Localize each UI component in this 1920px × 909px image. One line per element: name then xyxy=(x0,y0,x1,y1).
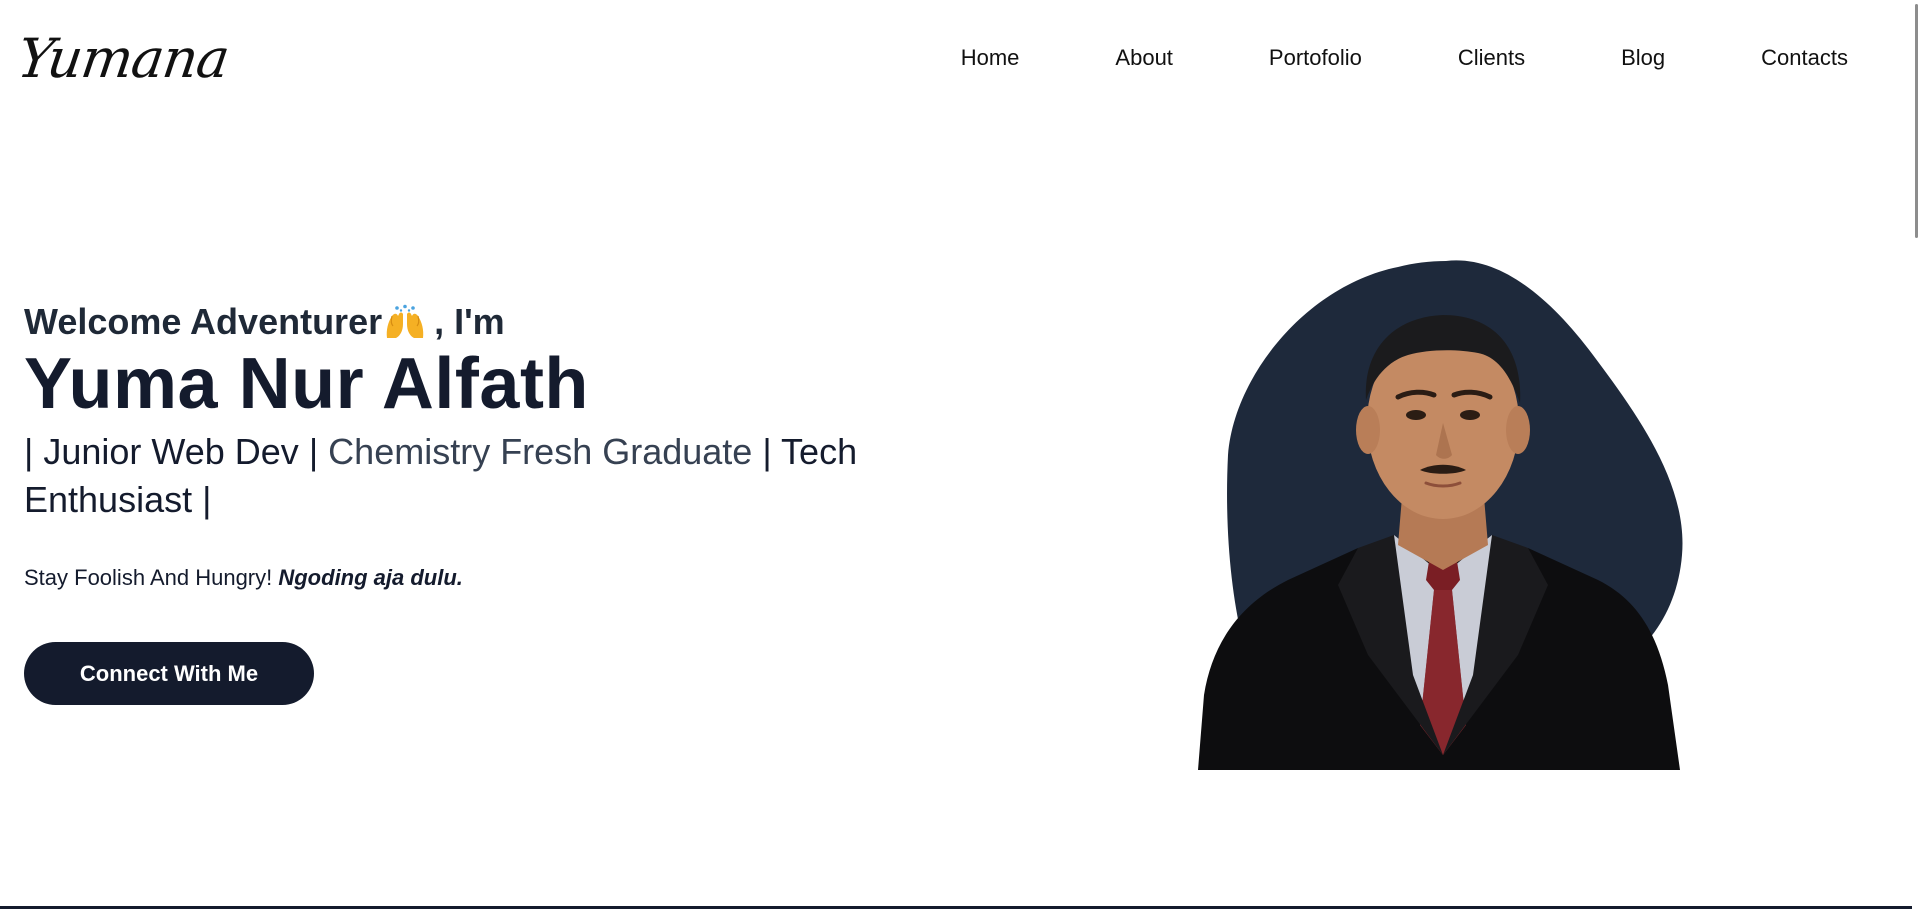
role-junior-web-dev: Junior Web Dev xyxy=(43,431,299,472)
nav-about[interactable]: About xyxy=(1115,44,1173,72)
tagline-emphasis: Ngoding aja dulu. xyxy=(278,565,463,590)
nav-portfolio[interactable]: Portofolio xyxy=(1269,44,1362,72)
page: Yumana Home About Portofolio Clients Blo… xyxy=(0,0,1920,909)
greeting: Welcome Adventurer , I'm xyxy=(24,300,884,344)
hero-name: Yuma Nur Alfath xyxy=(24,344,589,424)
nav-contacts[interactable]: Contacts xyxy=(1761,44,1848,72)
site-logo[interactable]: Yumana xyxy=(13,22,234,96)
nav-blog[interactable]: Blog xyxy=(1621,44,1665,72)
role-separator: | xyxy=(298,431,329,472)
role-separator: | xyxy=(24,431,44,472)
scrollbar-thumb[interactable] xyxy=(1915,4,1918,238)
connect-button[interactable]: Connect With Me xyxy=(24,642,314,705)
profile-photo xyxy=(1198,255,1688,770)
nav-home[interactable]: Home xyxy=(961,44,1020,72)
scrollbar[interactable] xyxy=(1912,0,1920,909)
hero-text: Welcome Adventurer , I'm Yuma Nur Alfath… xyxy=(24,300,884,705)
role-separator: | xyxy=(192,479,212,520)
nav-clients[interactable]: Clients xyxy=(1458,44,1525,72)
role-separator: | xyxy=(752,431,782,472)
greeting-prefix: Welcome Adventurer xyxy=(24,301,383,342)
tagline-plain: Stay Foolish And Hungry! xyxy=(24,565,279,590)
greeting-suffix: , I'm xyxy=(434,301,505,342)
raised-hands-icon xyxy=(384,304,426,340)
role-list: | Junior Web Dev | Chemistry Fresh Gradu… xyxy=(24,428,904,524)
main-nav: Home About Portofolio Clients Blog Conta… xyxy=(961,44,1848,72)
tagline: Stay Foolish And Hungry! Ngoding aja dul… xyxy=(24,564,884,592)
role-chemistry-graduate: Chemistry Fresh Graduate xyxy=(328,431,753,472)
